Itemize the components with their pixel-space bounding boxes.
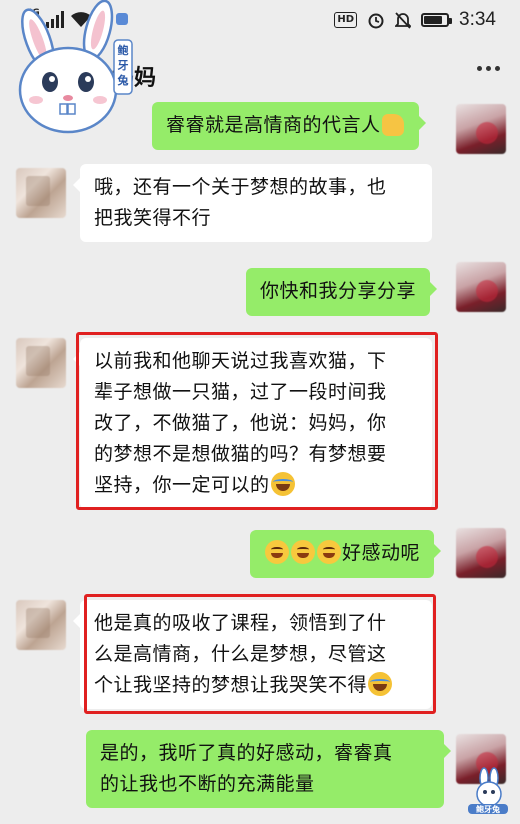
hd-badge: HD — [334, 12, 358, 28]
clock: 3:34 — [459, 9, 496, 30]
rabbit-mascot-icon — [18, 0, 133, 134]
contact-avatar[interactable] — [16, 600, 66, 650]
mascot-label: 鲍牙兔 — [117, 44, 129, 87]
message-bubble[interactable]: 睿睿就是高情商的代言人 — [152, 102, 426, 150]
message-bubble[interactable]: 你快和我分享分享 — [246, 268, 438, 316]
message-text: 好感动呢 — [342, 542, 421, 564]
my-avatar[interactable] — [456, 262, 506, 312]
message-line: 把我笑得不行 — [94, 207, 212, 229]
my-avatar[interactable] — [456, 104, 506, 154]
message-line: 是的，我听了真的好感动，睿睿真 — [100, 742, 393, 764]
alarm-icon — [368, 13, 384, 29]
message-text: 睿睿就是高情商的代言人 — [166, 114, 381, 136]
message-text: 你快和我分享分享 — [260, 280, 417, 302]
more-dots-icon[interactable] — [477, 66, 500, 71]
thumbs-up-icon — [381, 114, 404, 136]
mute-icon — [395, 12, 412, 29]
highlight-box — [84, 594, 436, 714]
contact-avatar[interactable] — [16, 338, 66, 388]
message-line: 的让我也不断的充满能量 — [100, 773, 315, 795]
battery-icon — [421, 13, 453, 27]
grin-icon — [317, 540, 341, 564]
message-bubble[interactable]: 是的，我听了真的好感动，睿睿真 的让我也不断的充满能量 — [86, 730, 451, 808]
message-line: 哦，还有一个关于梦想的故事，也 — [94, 176, 387, 198]
watermark-label: 鲍牙兔 — [476, 805, 500, 814]
grin-icon — [265, 540, 289, 564]
my-avatar[interactable] — [456, 528, 506, 578]
message-bubble[interactable]: 哦，还有一个关于梦想的故事，也 把我笑得不行 — [73, 164, 432, 242]
contact-avatar[interactable] — [16, 168, 66, 218]
highlight-box — [76, 332, 438, 510]
message-bubble[interactable]: 好感动呢 — [250, 530, 442, 578]
grin-icon — [291, 540, 315, 564]
